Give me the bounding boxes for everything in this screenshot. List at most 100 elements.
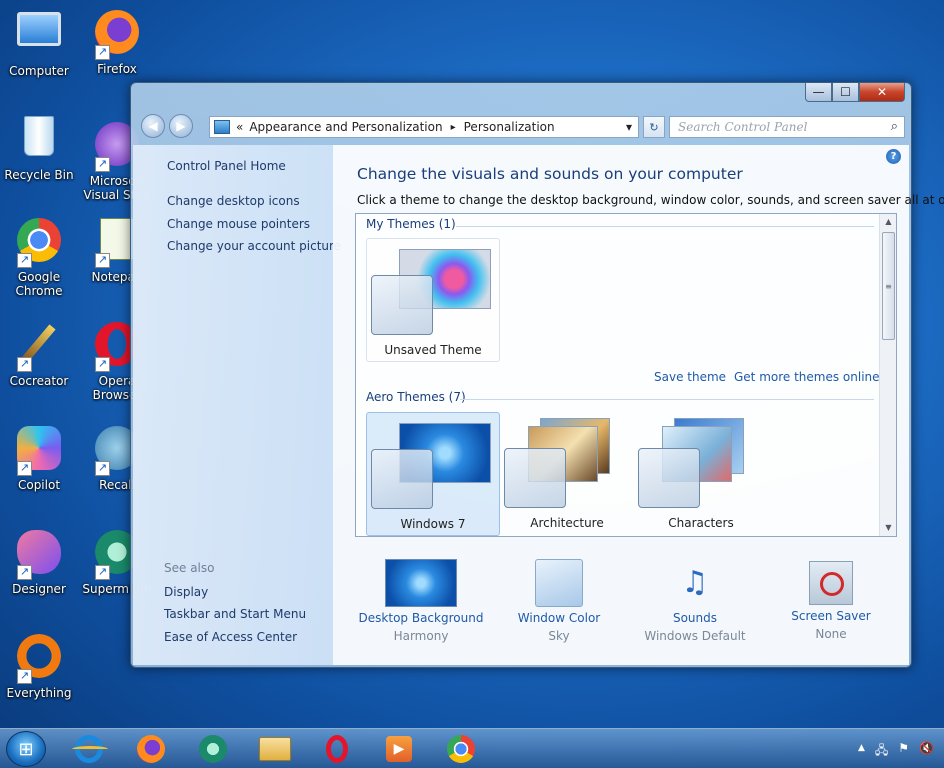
taskbar: ⊞ ▶ ▲ 🖧 ⚑ 🔇 [0, 728, 944, 768]
search-placeholder: Search Control Panel [678, 120, 808, 134]
minimize-button[interactable]: — [805, 83, 832, 102]
window-color-swatch [371, 449, 433, 509]
theme-tile-characters[interactable]: Characters [634, 412, 768, 536]
get-more-themes-link[interactable]: Get more themes online [734, 370, 880, 384]
setting-value: Windows Default [644, 629, 746, 643]
address-bar[interactable]: « Appearance and Personalization ▸ Perso… [209, 116, 639, 138]
start-button[interactable]: ⊞ [6, 731, 46, 767]
taskbar-media-player[interactable]: ▶ [382, 733, 416, 765]
scrollbar-thumb[interactable]: ≡ [882, 232, 895, 340]
network-icon[interactable]: 🖧 [875, 741, 888, 762]
address-prefix[interactable]: « [236, 120, 243, 134]
back-button[interactable]: ◀ [141, 114, 165, 138]
divider [460, 399, 874, 400]
system-tray: ▲ 🖧 ⚑ 🔇 [858, 741, 934, 762]
forward-button[interactable]: ▶ [169, 114, 193, 138]
shortcut-arrow-icon: ↗ [95, 461, 110, 476]
desktop-icon-cocreator[interactable]: ↗ Cocreator [0, 320, 78, 388]
change-mouse-pointers-link[interactable]: Change mouse pointers [167, 217, 310, 231]
help-button[interactable]: ? [886, 149, 901, 164]
minimize-icon: — [812, 85, 825, 99]
supermium-icon [199, 735, 227, 763]
breadcrumb-personalization[interactable]: Personalization [464, 120, 555, 134]
screen-saver-setting[interactable]: Screen Saver None [765, 559, 897, 641]
ease-of-access-link[interactable]: Ease of Access Center [164, 630, 297, 644]
desktop-icon-label: Google Chrome [15, 270, 63, 298]
aero-themes-header: Aero Themes (7) [366, 390, 466, 404]
shortcut-arrow-icon: ↗ [17, 253, 32, 268]
taskbar-file-explorer[interactable] [258, 733, 292, 765]
desktop-icon-firefox[interactable]: ↗ Firefox [78, 8, 156, 76]
setting-label[interactable]: Sounds [629, 611, 761, 625]
refresh-button[interactable]: ↻ [643, 116, 665, 138]
setting-label[interactable]: Window Color [493, 611, 625, 625]
change-desktop-icons-link[interactable]: Change desktop icons [167, 194, 300, 208]
see-also-heading: See also [164, 561, 215, 575]
breadcrumb-separator-icon[interactable]: ▸ [451, 122, 456, 133]
control-panel-icon [214, 120, 230, 134]
desktop-icon-label: Recycle Bin [4, 168, 74, 182]
desktop-background-setting[interactable]: Desktop Background Harmony [355, 559, 487, 643]
taskbar-opera[interactable] [320, 733, 354, 765]
sounds-setting[interactable]: ♫ Sounds Windows Default [629, 559, 761, 643]
computer-icon [17, 12, 61, 46]
show-hidden-icons-chevron-icon[interactable]: ▲ [858, 743, 865, 762]
shortcut-arrow-icon: ↗ [95, 45, 110, 60]
scroll-up-icon[interactable]: ▲ [880, 214, 896, 230]
setting-value: Sky [548, 629, 570, 643]
scroll-down-icon[interactable]: ▼ [880, 520, 896, 536]
navigation-bar: ◀ ▶ « Appearance and Personalization ▸ P… [139, 113, 905, 139]
desktop-icon-everything[interactable]: ↗ Everything [0, 632, 78, 700]
internet-explorer-icon [72, 735, 108, 763]
action-center-flag-icon[interactable]: ⚑ [898, 741, 909, 762]
taskbar-chrome[interactable] [444, 733, 478, 765]
back-arrow-icon: ◀ [148, 119, 158, 133]
page-description: Click a theme to change the desktop back… [357, 193, 944, 207]
theme-gallery-scrollbar[interactable]: ▲ ≡ ▼ [879, 214, 896, 536]
shortcut-arrow-icon: ↗ [17, 461, 32, 476]
desktop-icon-google-chrome[interactable]: ↗ Google Chrome [0, 216, 78, 298]
breadcrumb-appearance[interactable]: Appearance and Personalization [249, 120, 442, 134]
desktop-icon-designer[interactable]: ↗ Designer [0, 528, 78, 596]
window-color-swatch [371, 275, 433, 335]
shortcut-arrow-icon: ↗ [95, 253, 110, 268]
taskbar-supermium[interactable] [196, 733, 230, 765]
desktop-icon-label: Cocreator [9, 374, 69, 388]
folder-icon [259, 737, 291, 761]
setting-label[interactable]: Desktop Background [355, 611, 487, 625]
window-color-icon [535, 559, 583, 607]
save-theme-link[interactable]: Save theme [654, 370, 726, 384]
maximize-button[interactable]: ☐ [832, 83, 859, 102]
theme-tile-windows-7[interactable]: Windows 7 [366, 412, 500, 536]
search-icon[interactable]: ⌕ [891, 119, 898, 134]
taskbar-firefox[interactable] [134, 733, 168, 765]
sounds-icon: ♫ [681, 565, 709, 600]
desktop-icon-recycle-bin[interactable]: Recycle Bin [0, 112, 78, 182]
forward-arrow-icon: ▶ [176, 119, 186, 133]
close-button[interactable]: ✕ [859, 83, 905, 102]
window-color-setting[interactable]: Window Color Sky [493, 559, 625, 643]
shortcut-arrow-icon: ↗ [95, 157, 110, 172]
theme-tile-unsaved[interactable]: Unsaved Theme [366, 238, 500, 362]
search-input[interactable]: Search Control Panel ⌕ [669, 116, 905, 138]
desktop-icon-computer[interactable]: Computer [0, 8, 78, 78]
my-themes-header: My Themes (1) [366, 217, 456, 231]
taskbar-internet-explorer[interactable] [72, 733, 108, 765]
theme-name: Characters [668, 516, 734, 530]
display-link[interactable]: Display [164, 585, 208, 599]
firefox-icon [137, 735, 165, 763]
desktop-icon-label: Everything [6, 686, 72, 700]
setting-label[interactable]: Screen Saver [765, 609, 897, 623]
desktop-icon-label: Designer [12, 582, 66, 596]
control-panel-home-link[interactable]: Control Panel Home [167, 159, 286, 173]
theme-name: Architecture [530, 516, 604, 530]
taskbar-start-menu-link[interactable]: Taskbar and Start Menu [164, 607, 306, 621]
address-dropdown-icon[interactable]: ▾ [626, 120, 632, 134]
volume-muted-icon[interactable]: 🔇 [919, 741, 934, 762]
desktop-icon-copilot[interactable]: ↗ Copilot [0, 424, 78, 492]
desktop-background-icon [385, 559, 457, 607]
refresh-icon: ↻ [649, 120, 659, 134]
recycle-bin-icon [24, 116, 54, 156]
change-account-picture-link[interactable]: Change your account picture [167, 239, 341, 253]
theme-tile-architecture[interactable]: Architecture [500, 412, 634, 536]
